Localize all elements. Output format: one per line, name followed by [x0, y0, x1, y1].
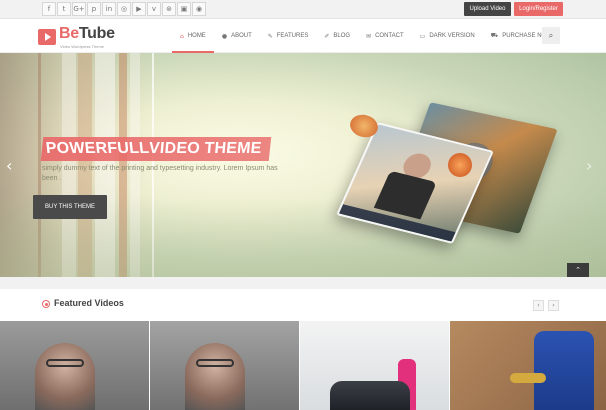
basketball-image	[448, 153, 472, 177]
linkedin-icon[interactable]: in	[102, 2, 116, 16]
man-shirt-image	[373, 170, 437, 220]
nav-item-features[interactable]: ✎ FEATURES	[260, 19, 317, 53]
cart-icon: ⛟	[490, 32, 499, 39]
thumb-splash-portrait	[35, 343, 95, 410]
facebook-icon[interactable]: f	[42, 2, 56, 16]
nav-item-about[interactable]: ● ABOUT	[214, 19, 260, 53]
nav-label: ABOUT	[231, 33, 252, 39]
nav-label: CONTACT	[375, 33, 404, 39]
social-icons: f t G+ p in ◎ ▶ v ⊛ ▣ ◉	[42, 2, 206, 16]
main-header: BeTube Video Wordpress Theme ⌂ HOME ● AB…	[0, 19, 606, 53]
nav-item-blog[interactable]: ✐ BLOG	[316, 19, 358, 53]
thumb-glasses	[196, 359, 234, 367]
upload-video-button[interactable]: Upload Video	[464, 2, 511, 16]
logo-tagline: Video Wordpress Theme	[60, 44, 105, 49]
main-nav: ⌂ HOME ● ABOUT ✎ FEATURES ✐ BLOG ✉ CONTA…	[172, 19, 560, 53]
featured-videos-list	[0, 321, 606, 410]
envelope-icon: ✉	[366, 32, 372, 40]
nav-label: FEATURES	[276, 33, 309, 39]
youtube-icon[interactable]: ▶	[132, 2, 146, 16]
hero-slider: ‹ › POWERFULL VIDEO THEME simply dummy t…	[0, 53, 606, 277]
logo-tube: Tube	[78, 25, 115, 42]
play-circle-icon	[42, 300, 50, 308]
video-thumbnail[interactable]	[450, 321, 606, 410]
vimeo-icon[interactable]: v	[147, 2, 161, 16]
hero-title-plain: POWERFULL	[45, 140, 150, 157]
nav-item-home[interactable]: ⌂ HOME	[172, 19, 214, 53]
video-thumbnail[interactable]	[300, 321, 450, 410]
thumb-car	[330, 381, 410, 410]
thumb-glasses	[46, 359, 84, 367]
site-logo[interactable]: BeTube	[59, 25, 115, 43]
nav-label: DARK VERSION	[429, 33, 475, 39]
top-bar: f t G+ p in ◎ ▶ v ⊛ ▣ ◉ Upload Video Log…	[0, 0, 606, 19]
video-thumbnail[interactable]	[150, 321, 300, 410]
dribbble-icon[interactable]: ⊛	[162, 2, 176, 16]
login-register-button[interactable]: Login/Register	[514, 2, 563, 16]
thumb-trumpet	[510, 373, 546, 383]
logo-be: Be	[59, 25, 79, 42]
slider-prev-icon[interactable]: ‹	[6, 156, 12, 175]
home-icon: ⌂	[180, 32, 184, 40]
featured-title: Featured Videos	[54, 298, 124, 308]
hero-description: simply dummy text of the printing and ty…	[42, 165, 278, 182]
thumb-splash-portrait	[185, 343, 245, 410]
nav-item-contact[interactable]: ✉ CONTACT	[358, 19, 412, 53]
nav-label: HOME	[187, 33, 206, 39]
thumb-blue-uniform	[534, 331, 594, 410]
search-icon[interactable]: ⌕	[542, 27, 560, 44]
featured-next-button[interactable]: ›	[548, 300, 559, 311]
video-thumbnail[interactable]	[0, 321, 150, 410]
edit-icon: ✐	[324, 32, 330, 40]
pencil-icon: ✎	[267, 32, 273, 40]
nav-label: BLOG	[333, 33, 351, 39]
slider-next-icon[interactable]: ›	[586, 156, 592, 175]
hero-title: POWERFULL VIDEO THEME	[40, 137, 271, 161]
google-plus-icon[interactable]: G+	[72, 2, 86, 16]
buy-theme-button[interactable]: BUY THIS THEME	[33, 195, 107, 219]
logo-play-icon[interactable]	[38, 29, 56, 45]
video-mockup-image	[330, 93, 558, 244]
hero-title-italic: VIDEO THEME	[148, 140, 263, 157]
flickr-icon[interactable]: ▣	[177, 2, 191, 16]
monitor-icon: ▭	[419, 32, 426, 40]
user-icon: ●	[221, 32, 228, 40]
twitter-icon[interactable]: t	[57, 2, 71, 16]
featured-prev-button[interactable]: ‹	[533, 300, 544, 311]
scroll-top-icon[interactable]: ⌃	[567, 263, 589, 277]
nav-item-dark-version[interactable]: ▭ DARK VERSION	[412, 19, 483, 53]
github-icon[interactable]: ◉	[192, 2, 206, 16]
section-divider	[0, 277, 606, 289]
pinterest-icon[interactable]: p	[87, 2, 101, 16]
instagram-icon[interactable]: ◎	[117, 2, 131, 16]
